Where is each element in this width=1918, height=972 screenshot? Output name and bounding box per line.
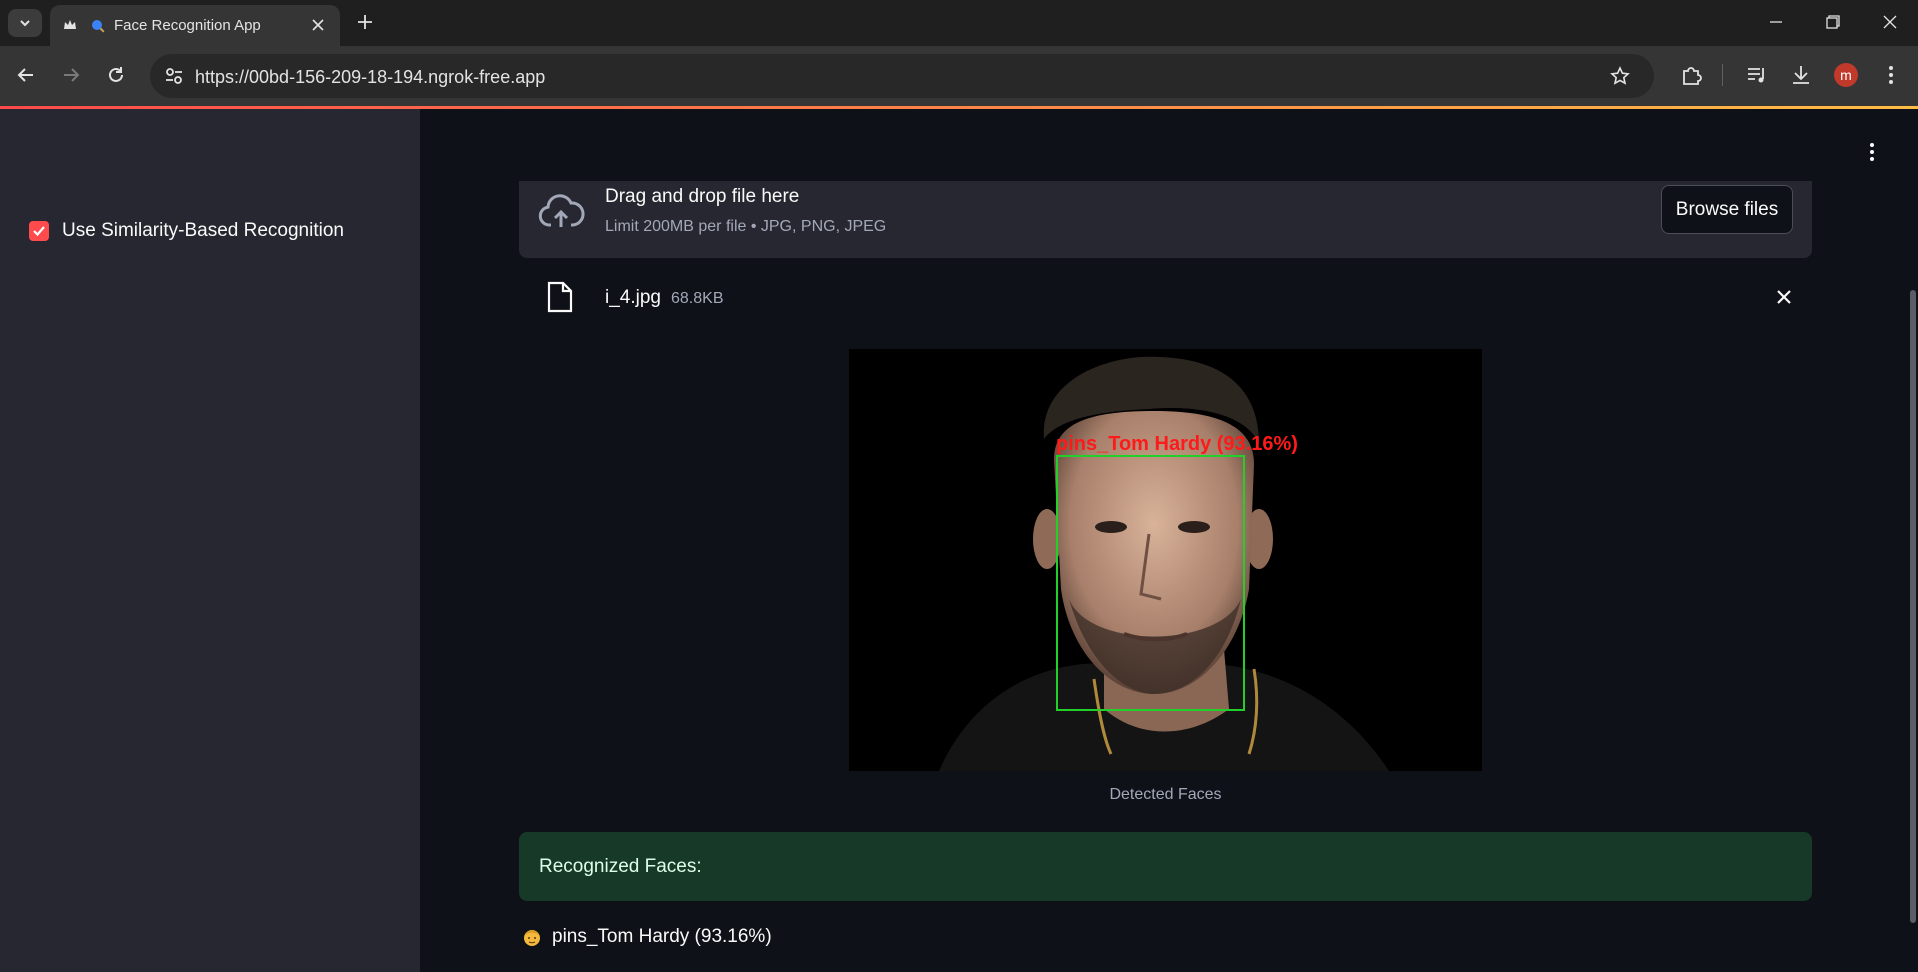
dropzone-limit-text: Limit 200MB per file • JPG, PNG, JPEG (605, 218, 887, 235)
similarity-checkbox-label[interactable]: Use Similarity-Based Recognition (62, 220, 344, 242)
file-size: 68.8KB (671, 290, 724, 307)
recognized-faces-heading: Recognized Faces: (539, 856, 702, 877)
reload-icon (109, 67, 123, 82)
more-vertical-icon (1870, 143, 1874, 161)
site-info-button[interactable] (160, 62, 188, 90)
restore-button[interactable] (1813, 8, 1853, 36)
browser-toolbar: https://00bd-156-209-18-194.ngrok-free.a… (0, 46, 1918, 106)
arrow-left-icon (17, 68, 33, 82)
browser-menu-button[interactable] (1876, 60, 1906, 90)
download-icon (1793, 66, 1809, 84)
magnifier-icon (92, 20, 105, 33)
tab-close-icon[interactable] (308, 15, 328, 35)
tab-search-button[interactable] (8, 9, 42, 37)
face-overlay-label: pins_Tom Hardy (93.16%) (1056, 433, 1298, 455)
bookmark-star-button[interactable] (1608, 64, 1632, 88)
arrow-right-icon (64, 68, 80, 82)
close-icon (1777, 290, 1791, 304)
crown-icon (64, 20, 76, 29)
dropzone-title: Drag and drop file here (605, 186, 800, 207)
star-icon (1610, 66, 1630, 85)
new-tab-button[interactable] (352, 9, 378, 35)
browser-tab[interactable]: Face Recognition App (50, 5, 340, 46)
restore-icon (1826, 15, 1840, 29)
puzzle-icon (1683, 67, 1702, 85)
result-list-item: pins_Tom Hardy (93.16%) (522, 926, 772, 948)
remove-file-button[interactable] (1773, 286, 1795, 308)
minimize-button[interactable] (1756, 8, 1796, 36)
more-vertical-icon (1889, 66, 1893, 84)
similarity-checkbox-row[interactable]: Use Similarity-Based Recognition (29, 220, 344, 242)
close-icon (1883, 15, 1897, 29)
close-window-button[interactable] (1870, 8, 1910, 36)
person-emoji-icon (524, 930, 540, 946)
detected-faces-image: pins_Tom Hardy (93.16%) (849, 349, 1482, 771)
address-bar[interactable]: https://00bd-156-209-18-194.ngrok-free.a… (150, 54, 1654, 98)
face-bounding-box (1056, 455, 1245, 711)
page-scrollbar[interactable] (1910, 290, 1916, 923)
file-icon (547, 281, 573, 313)
back-button[interactable] (11, 60, 41, 90)
plus-icon (358, 15, 372, 29)
minimize-icon (1770, 21, 1782, 23)
uploaded-file-row: i_4.jpg 68.8KB (519, 274, 1812, 324)
checkmark-icon (33, 226, 45, 237)
similarity-checkbox[interactable] (29, 221, 49, 241)
image-caption: Detected Faces (1109, 786, 1222, 803)
recognized-faces-alert: Recognized Faces: (519, 832, 1812, 901)
url-text[interactable]: https://00bd-156-209-18-194.ngrok-free.a… (195, 67, 545, 88)
browse-files-button[interactable]: Browse files (1661, 185, 1793, 234)
queue-music-icon (1748, 68, 1764, 83)
file-name: i_4.jpg (605, 287, 661, 308)
profile-avatar[interactable]: m (1834, 63, 1858, 87)
forward-button[interactable] (56, 60, 86, 90)
toolbar-divider (1722, 64, 1723, 86)
downloads-button[interactable] (1786, 60, 1816, 90)
media-control-button[interactable] (1742, 60, 1772, 90)
file-dropzone[interactable]: Drag and drop file here Limit 200MB per … (519, 181, 1812, 258)
app-main-menu-button[interactable] (1862, 140, 1882, 164)
browser-tab-bar: Face Recognition App (0, 0, 1918, 46)
cloud-upload-icon (538, 194, 585, 227)
reload-button[interactable] (101, 60, 131, 90)
extensions-button[interactable] (1676, 60, 1706, 90)
result-text: pins_Tom Hardy (93.16%) (552, 926, 772, 947)
tab-title: Face Recognition App (114, 17, 261, 34)
chevron-down-icon (20, 20, 30, 27)
tune-icon (166, 68, 182, 84)
